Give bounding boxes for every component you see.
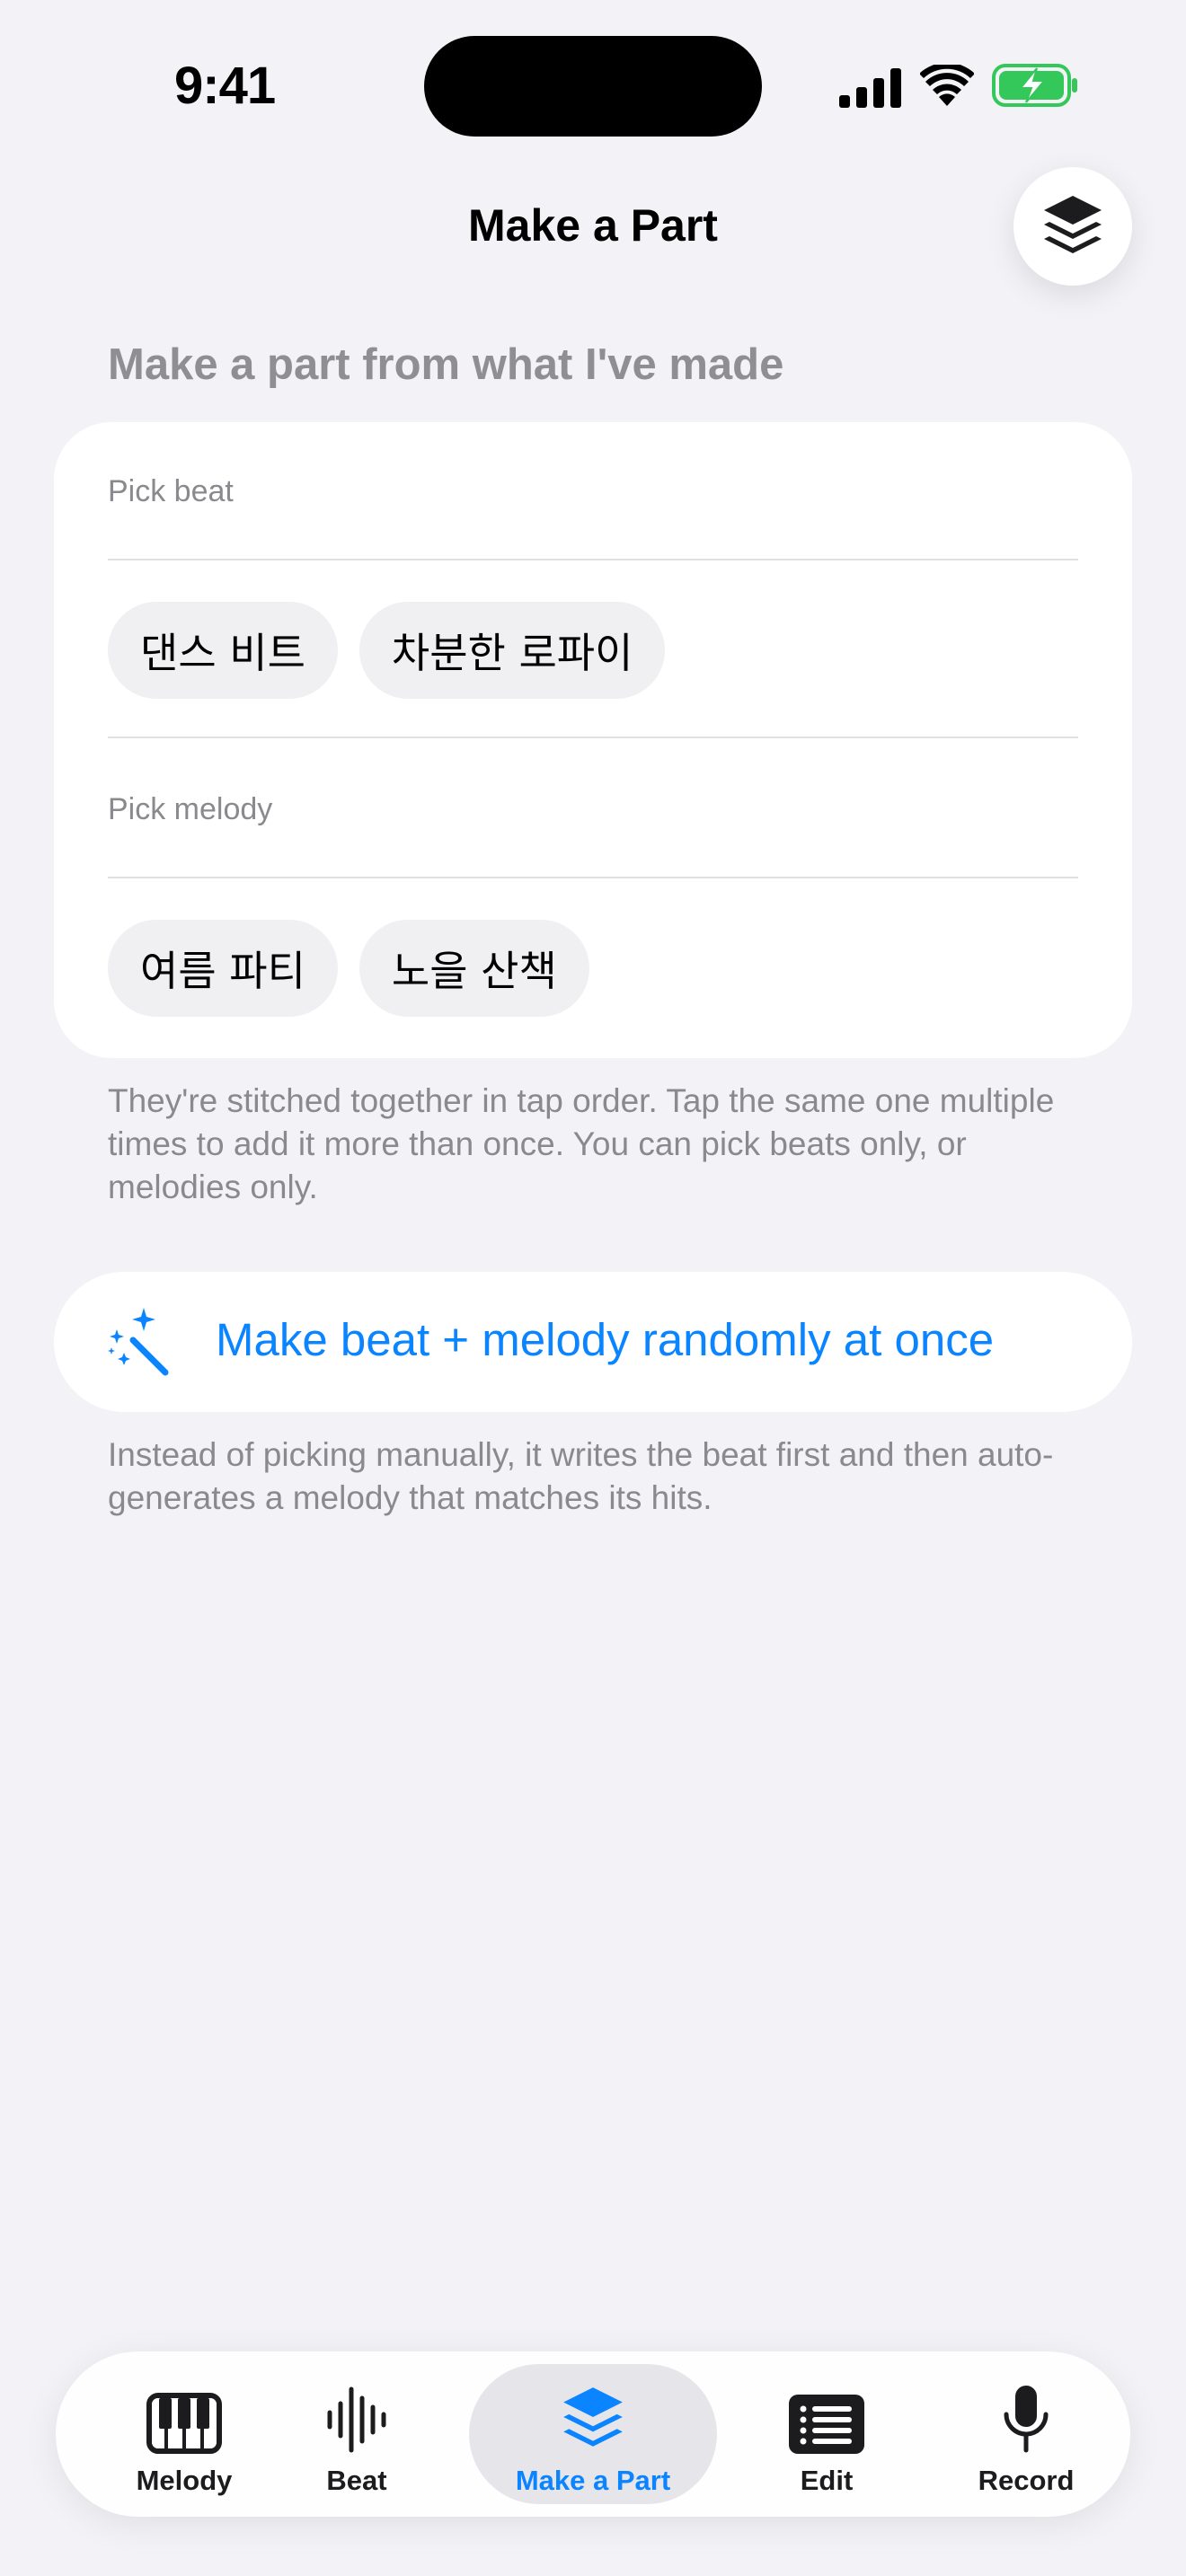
melody-chip-sunset-walk[interactable]: 노을 산책	[358, 920, 589, 1017]
random-footnote: Instead of picking manually, it writes t…	[108, 1436, 1054, 1516]
tab-edit[interactable]: Edit	[737, 2364, 916, 2504]
random-generate-button[interactable]: Make beat + melody randomly at once	[54, 1272, 1132, 1412]
picker-footnote: They're stitched together in tap order. …	[108, 1082, 1055, 1205]
tab-record-label: Record	[978, 2465, 1075, 2496]
picker-card: Pick beat 댄스 비트 차분한 로파이 Pick melody 여름 파…	[54, 422, 1132, 1058]
divider	[108, 559, 1078, 560]
section-header: Make a part from what I've made	[108, 340, 784, 389]
cellular-signal-icon	[839, 68, 901, 108]
status-time: 9:41	[174, 57, 276, 115]
tab-edit-label: Edit	[800, 2465, 854, 2496]
list-icon	[789, 2395, 864, 2454]
melody-chip-row: 여름 파티 노을 산책	[108, 920, 589, 1017]
tab-make-a-part[interactable]: Make a Part	[469, 2364, 717, 2504]
beat-chip-lofi[interactable]: 차분한 로파이	[358, 602, 666, 699]
dynamic-island	[424, 36, 762, 137]
tab-melody-label: Melody	[136, 2465, 233, 2496]
tab-make-a-part-label: Make a Part	[515, 2465, 671, 2496]
tab-record[interactable]: Record	[927, 2364, 1125, 2504]
pick-melody-label: Pick melody	[108, 792, 273, 826]
layers-button[interactable]	[1013, 167, 1132, 286]
pick-beat-label: Pick beat	[108, 474, 234, 508]
tab-beat[interactable]: Beat	[262, 2364, 451, 2504]
piano-keys-icon	[146, 2393, 222, 2454]
battery-charging-icon	[992, 64, 1077, 107]
magic-wand-icon	[108, 1308, 169, 1376]
layers-icon	[563, 2387, 623, 2447]
layers-icon	[1044, 196, 1102, 253]
beat-chip-row: 댄스 비트 차분한 로파이	[108, 602, 666, 699]
tab-bar: Melody Beat Make a Part Edit Record	[56, 2351, 1130, 2517]
beat-chip-dance[interactable]: 댄스 비트	[108, 602, 338, 699]
melody-chip-summer-party[interactable]: 여름 파티	[108, 920, 338, 1017]
divider	[108, 737, 1078, 738]
screen: 9:41 Make a Part Make a part from what I…	[0, 0, 1186, 2576]
random-generate-label: Make beat + melody randomly at once	[216, 1314, 995, 1365]
divider	[108, 877, 1078, 878]
page-title: Make a Part	[468, 200, 718, 251]
microphone-icon	[1004, 2386, 1049, 2453]
waveform-icon	[327, 2386, 386, 2453]
wifi-icon	[920, 65, 974, 106]
tab-beat-label: Beat	[326, 2465, 387, 2496]
